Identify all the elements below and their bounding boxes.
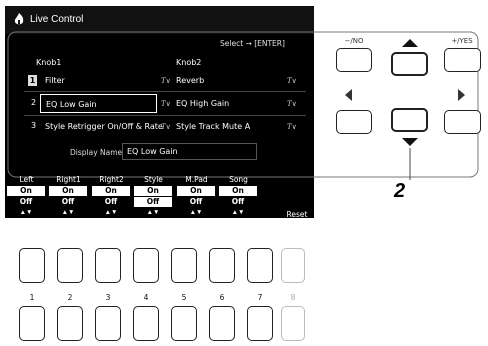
upper-button-8[interactable] bbox=[281, 248, 305, 283]
step-marker: 2 bbox=[394, 180, 406, 202]
button-number-3: 3 bbox=[105, 293, 111, 302]
upper-button-1[interactable] bbox=[19, 248, 45, 283]
lower-button-3[interactable] bbox=[95, 306, 121, 341]
upper-button-4[interactable] bbox=[133, 248, 159, 283]
button-number-2: 2 bbox=[67, 293, 73, 302]
upper-button-3[interactable] bbox=[95, 248, 121, 283]
lower-button-6[interactable] bbox=[209, 306, 235, 341]
lower-button-5[interactable] bbox=[171, 306, 197, 341]
button-number-8: 8 bbox=[290, 293, 296, 302]
arrow-right-icon bbox=[458, 89, 465, 101]
button-number-1: 1 bbox=[29, 293, 35, 302]
lower-button-2[interactable] bbox=[57, 306, 83, 341]
button-number-5: 5 bbox=[181, 293, 187, 302]
arrow-up-icon bbox=[402, 39, 418, 47]
upper-button-7[interactable] bbox=[247, 248, 273, 283]
lower-button-7[interactable] bbox=[247, 306, 273, 341]
button-number-7: 7 bbox=[257, 293, 263, 302]
lower-button-8[interactable] bbox=[281, 306, 305, 341]
upper-button-6[interactable] bbox=[209, 248, 235, 283]
upper-button-2[interactable] bbox=[57, 248, 83, 283]
upper-button-5[interactable] bbox=[171, 248, 197, 283]
button-number-6: 6 bbox=[219, 293, 225, 302]
arrow-down-icon bbox=[402, 138, 418, 146]
lower-button-4[interactable] bbox=[133, 306, 159, 341]
lower-button-1[interactable] bbox=[19, 306, 45, 341]
arrow-left-icon bbox=[345, 89, 352, 101]
button-number-4: 4 bbox=[143, 293, 149, 302]
